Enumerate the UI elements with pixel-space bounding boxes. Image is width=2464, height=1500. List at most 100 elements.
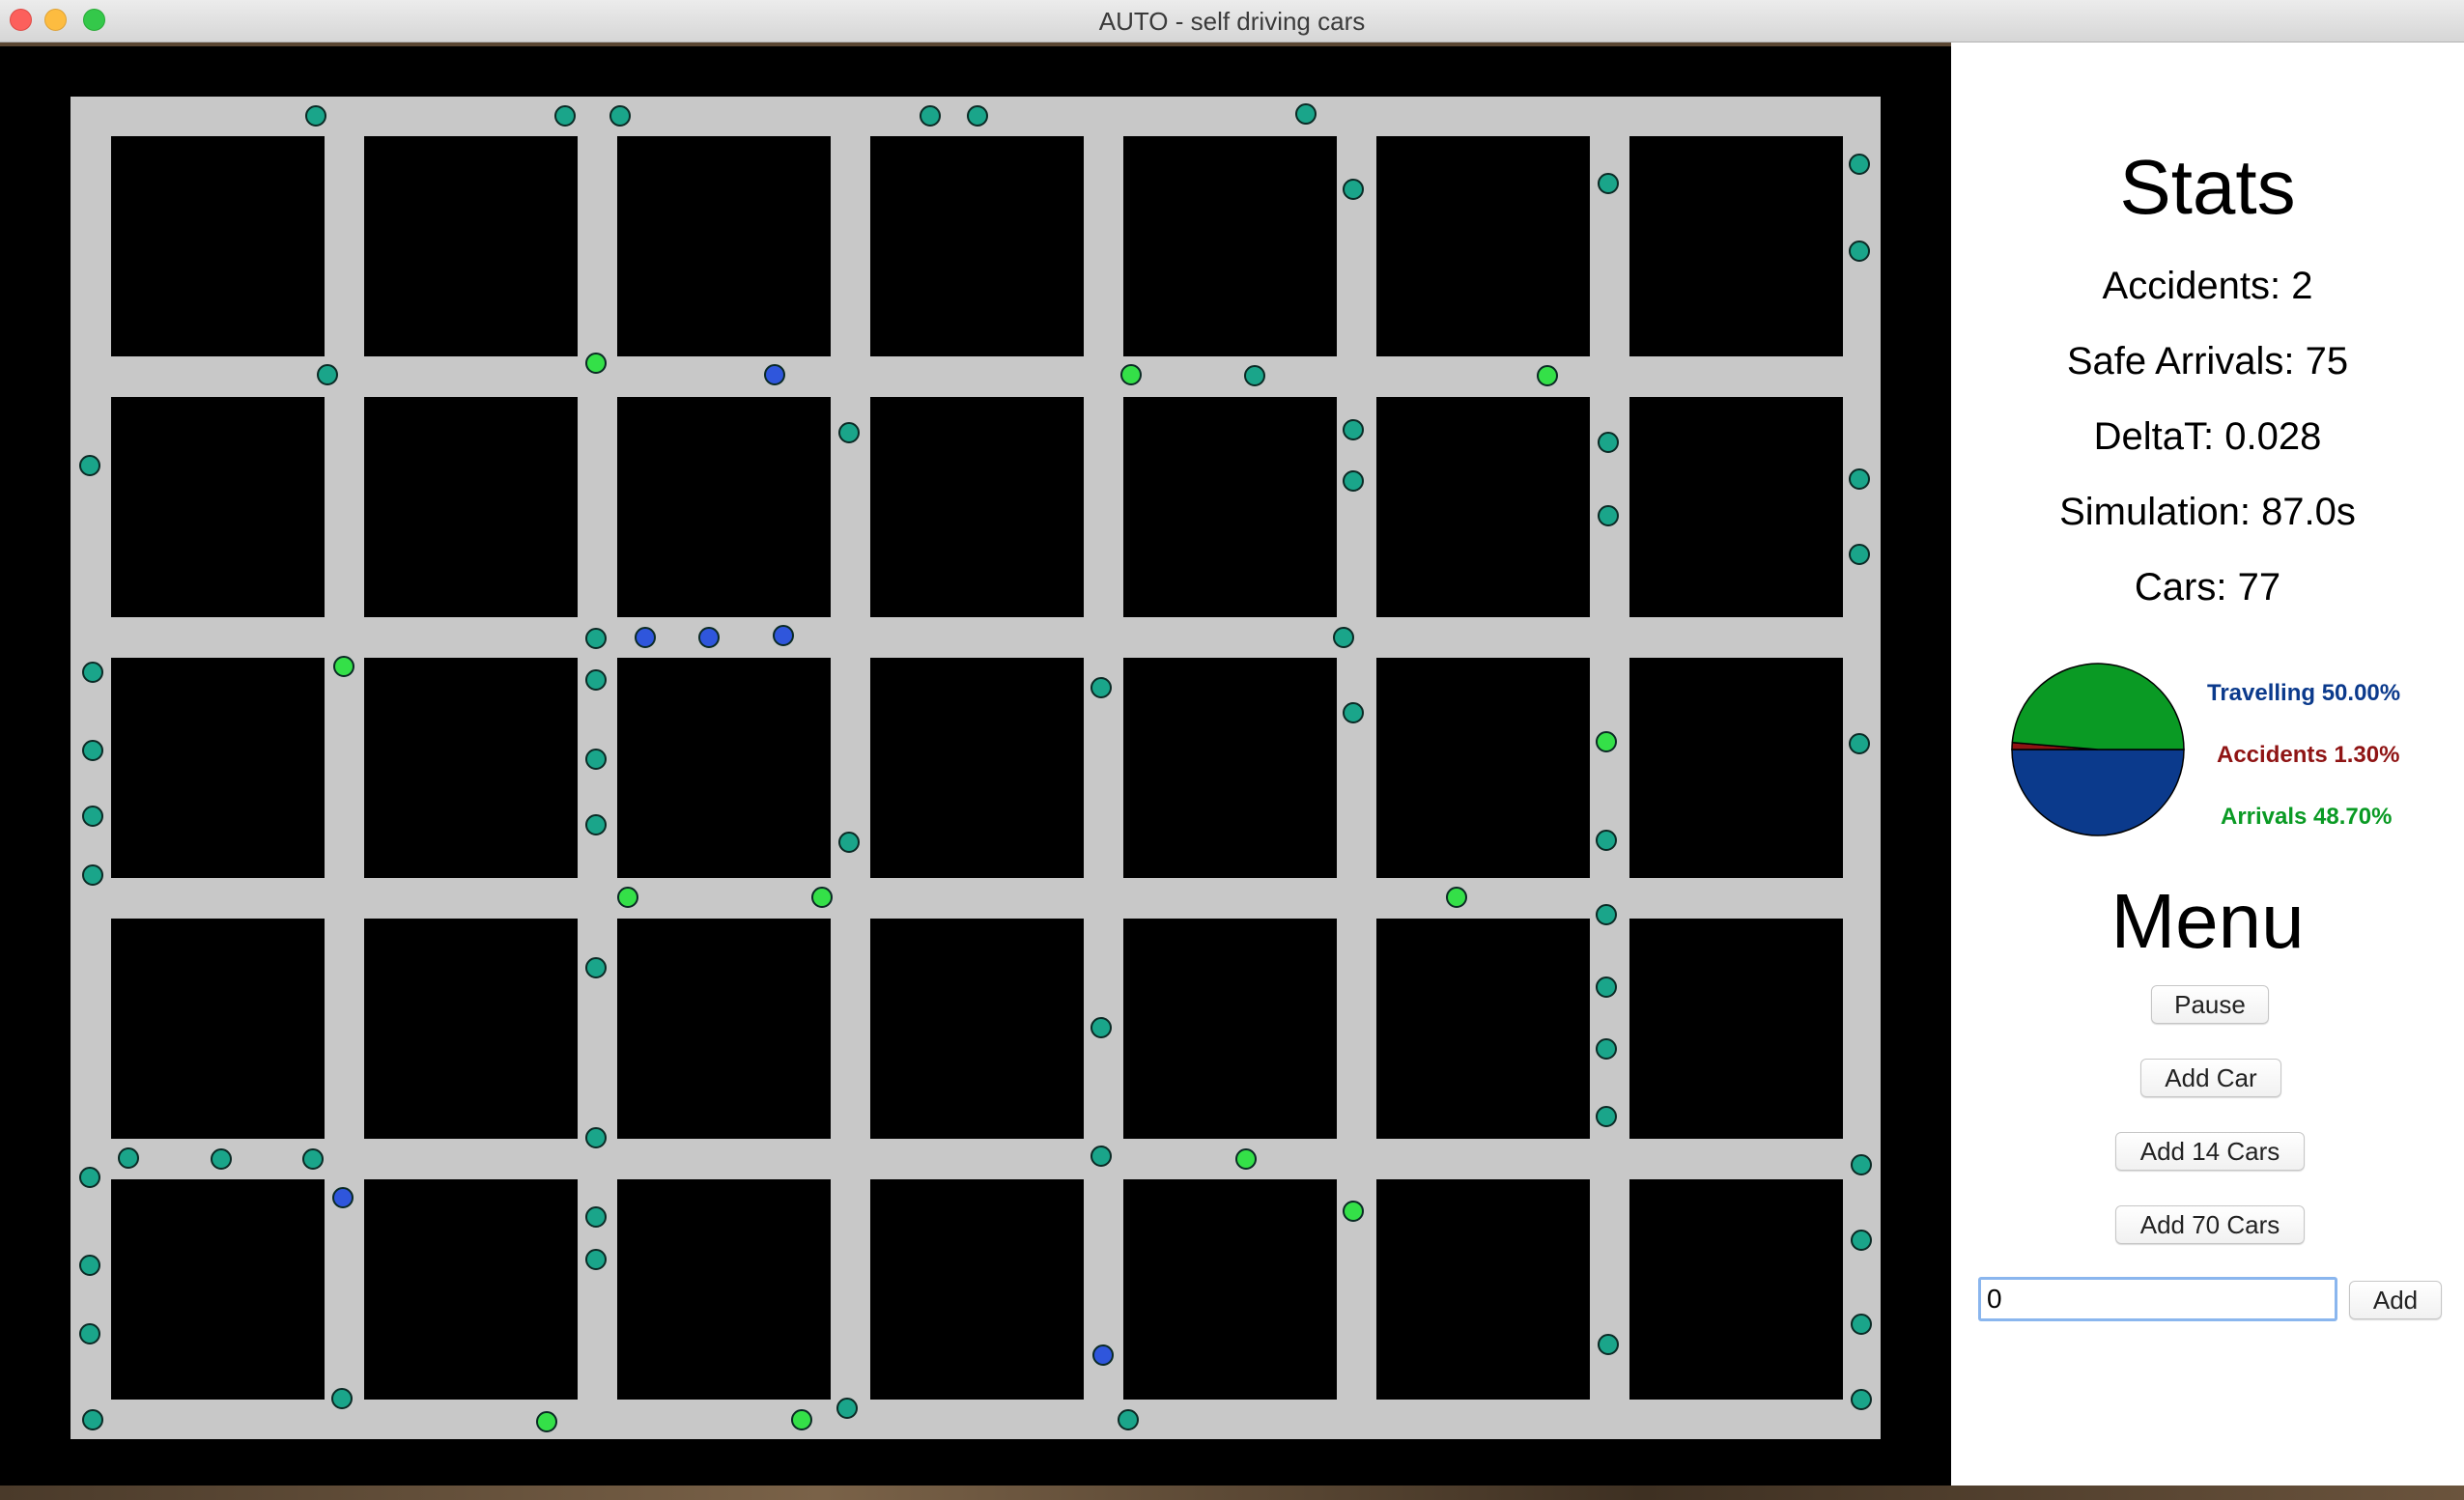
car-travelling: [1343, 419, 1364, 440]
accidents-stat: Accidents: 2: [2102, 265, 2313, 307]
car-arriving: [1537, 365, 1558, 386]
car-travelling: [79, 1167, 100, 1188]
car-arriving: [333, 656, 354, 677]
car-travelling: [1244, 365, 1265, 386]
car-travelling: [1295, 103, 1317, 125]
car-travelling: [79, 1255, 100, 1276]
car-travelling: [1118, 1409, 1139, 1430]
safe-arrivals-stat: Safe Arrivals: 75: [2066, 340, 2349, 382]
city-block: [111, 1179, 325, 1400]
car-travelling: [331, 1388, 353, 1409]
city-block: [1376, 1179, 1590, 1400]
car-accident-zone: [332, 1187, 354, 1208]
delta-t-stat: DeltaT: 0.028: [2093, 415, 2322, 458]
car-travelling: [1849, 544, 1870, 565]
add-button[interactable]: Add: [2349, 1281, 2442, 1319]
city-block: [1629, 1179, 1843, 1400]
car-travelling: [1598, 173, 1619, 194]
city-block: [617, 1179, 831, 1400]
city-block: [1123, 919, 1337, 1139]
car-travelling: [82, 662, 103, 683]
pie-slice-travelling: [2011, 749, 2185, 836]
car-arriving: [536, 1411, 557, 1432]
city-block: [111, 919, 325, 1139]
city-block: [1123, 136, 1337, 356]
legend-accidents: Accidents 1.30%: [2217, 742, 2400, 768]
city-block: [617, 919, 831, 1139]
car-travelling: [1090, 1146, 1112, 1167]
legend-arrivals: Arrivals 48.70%: [2221, 804, 2393, 830]
car-travelling: [1090, 1017, 1112, 1038]
car-travelling: [1598, 1334, 1619, 1355]
add-14-cars-button[interactable]: Add 14 Cars: [2115, 1132, 2305, 1171]
city-block: [870, 658, 1084, 878]
car-arriving: [1235, 1148, 1257, 1170]
window-title: AUTO - self driving cars: [1098, 7, 1366, 36]
pie-slice-arrivals: [2011, 663, 2185, 750]
car-accident-zone: [635, 627, 656, 648]
pause-button[interactable]: Pause: [2151, 985, 2269, 1024]
car-travelling: [79, 455, 100, 476]
car-travelling: [79, 1323, 100, 1344]
car-travelling: [1596, 1038, 1617, 1060]
car-travelling: [554, 105, 576, 127]
car-travelling: [1343, 179, 1364, 200]
car-travelling: [211, 1148, 232, 1170]
add-70-cars-button[interactable]: Add 70 Cars: [2115, 1205, 2305, 1244]
car-travelling: [305, 105, 326, 127]
car-travelling: [1090, 677, 1112, 698]
car-travelling: [82, 806, 103, 827]
city-block: [1629, 397, 1843, 617]
city-block: [111, 136, 325, 356]
car-travelling: [1849, 733, 1870, 754]
car-travelling: [836, 1398, 858, 1419]
city-block: [364, 919, 578, 1139]
car-travelling: [609, 105, 631, 127]
city-grid-map: [71, 97, 1881, 1439]
car-arriving: [585, 353, 607, 374]
city-block: [870, 1179, 1084, 1400]
car-travelling: [1596, 904, 1617, 925]
car-travelling: [1849, 241, 1870, 262]
car-arriving: [811, 887, 833, 908]
car-arriving: [617, 887, 638, 908]
car-travelling: [585, 749, 607, 770]
city-block: [1376, 397, 1590, 617]
city-block: [1123, 397, 1337, 617]
car-travelling: [585, 669, 607, 691]
car-travelling: [585, 1206, 607, 1228]
car-arriving: [1120, 364, 1142, 385]
car-travelling: [82, 864, 103, 886]
car-count-input[interactable]: [1978, 1277, 2337, 1321]
car-travelling: [967, 105, 988, 127]
car-travelling: [1598, 505, 1619, 526]
stats-heading: Stats: [2119, 144, 2296, 230]
car-arriving: [1446, 887, 1467, 908]
city-block: [1376, 658, 1590, 878]
city-block: [1123, 1179, 1337, 1400]
car-travelling: [1333, 627, 1354, 648]
car-travelling: [838, 422, 860, 443]
city-block: [1123, 658, 1337, 878]
city-block: [1376, 136, 1590, 356]
city-block: [111, 397, 325, 617]
car-travelling: [585, 957, 607, 978]
city-block: [617, 397, 831, 617]
car-travelling: [585, 814, 607, 835]
car-travelling: [1849, 154, 1870, 175]
city-block: [870, 397, 1084, 617]
car-accident-zone: [764, 364, 785, 385]
car-travelling: [1343, 702, 1364, 723]
add-car-button[interactable]: Add Car: [2140, 1059, 2281, 1097]
car-accident-zone: [773, 625, 794, 646]
title-bar: AUTO - self driving cars: [0, 0, 2464, 42]
car-accident-zone: [698, 627, 720, 648]
city-block: [364, 397, 578, 617]
car-arriving: [1596, 731, 1617, 752]
car-travelling: [585, 628, 607, 649]
car-travelling: [82, 740, 103, 761]
car-travelling: [1851, 1154, 1872, 1175]
city-block: [1629, 136, 1843, 356]
car-travelling: [1596, 976, 1617, 998]
city-block: [1629, 658, 1843, 878]
